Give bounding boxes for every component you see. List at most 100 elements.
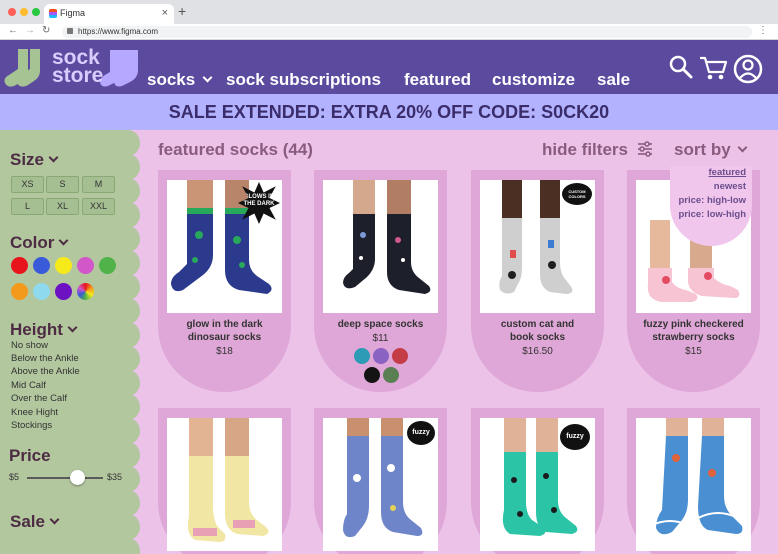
product-name[interactable]: fuzzy pink checkered strawberry socks — [631, 318, 756, 344]
size-option-xxl[interactable]: XXL — [82, 198, 115, 215]
color-swatch-light-blue[interactable] — [33, 283, 50, 300]
color-swatch-green[interactable] — [99, 257, 116, 274]
sort-option-price-high-low[interactable]: price: high-low — [678, 195, 746, 206]
close-window-icon[interactable] — [8, 8, 16, 16]
browser-menu-icon[interactable]: ⋮ — [758, 25, 768, 36]
glow-in-dark-badge: GLOWS IN THE DARK — [238, 182, 280, 224]
price-max-label: $35 — [107, 472, 123, 482]
price-min-label: $5 — [9, 472, 20, 482]
price-slider-track[interactable] — [27, 477, 103, 479]
product-name-line2: dinosaur socks — [187, 332, 262, 343]
sort-option-featured[interactable]: featured — [709, 167, 746, 178]
product-card[interactable]: CUSTOM COLORS custom cat and book socks … — [471, 170, 604, 392]
product-image[interactable]: GLOWS IN THE DARK — [167, 180, 282, 313]
size-filter-heading[interactable]: Size — [10, 150, 59, 170]
height-option[interactable]: Below the Ankle — [11, 353, 79, 364]
sale-banner: SALE EXTENDED: EXTRA 20% OFF CODE: S0CK2… — [0, 94, 778, 130]
nav-socks[interactable]: socks — [147, 70, 213, 90]
size-option-m[interactable]: M — [82, 176, 115, 193]
sock-store-logo[interactable]: sock store — [4, 45, 144, 91]
reload-icon[interactable]: ↻ — [42, 25, 50, 36]
product-price: $15 — [685, 346, 702, 357]
sort-option-newest[interactable]: newest — [714, 181, 746, 192]
color-swatch-blue[interactable] — [33, 257, 50, 274]
address-bar[interactable]: https://www.figma.com — [62, 26, 752, 38]
size-option-xl[interactable]: XL — [46, 198, 79, 215]
chevron-down-icon — [58, 235, 69, 246]
height-option[interactable]: Above the Ankle — [11, 366, 80, 377]
size-option-s[interactable]: S — [46, 176, 79, 193]
color-filter-heading[interactable]: Color — [10, 233, 69, 253]
height-option[interactable]: Mid Calf — [11, 380, 46, 391]
color-swatch-red[interactable] — [11, 257, 28, 274]
product-name[interactable]: custom cat and book socks — [475, 318, 600, 344]
product-image[interactable] — [636, 418, 751, 551]
custom-colors-badge: CUSTOM COLORS — [562, 183, 592, 205]
height-filter-heading[interactable]: Height — [10, 320, 78, 340]
color-swatch-yellow[interactable] — [55, 257, 72, 274]
product-card[interactable]: fuzzy — [471, 408, 604, 554]
nav-featured[interactable]: featured — [404, 70, 471, 90]
tab-close-icon[interactable]: × — [162, 7, 168, 19]
maximize-window-icon[interactable] — [32, 8, 40, 16]
chevron-down-icon — [67, 322, 78, 333]
product-image[interactable]: fuzzy — [480, 418, 595, 551]
search-icon[interactable] — [668, 54, 694, 80]
product-name-line1: custom cat and — [500, 319, 575, 330]
product-image[interactable] — [167, 418, 282, 551]
height-option[interactable]: Stockings — [11, 420, 52, 431]
color-swatch-purple[interactable] — [55, 283, 72, 300]
height-option[interactable]: Over the Calf — [11, 393, 67, 404]
product-image[interactable]: CUSTOM COLORS — [480, 180, 595, 313]
browser-tab[interactable]: Figma × — [44, 4, 174, 24]
product-card[interactable]: deep space socks $11 — [314, 170, 447, 392]
color-swatch-orange[interactable] — [11, 283, 28, 300]
sort-by-label: sort by — [674, 140, 731, 159]
color-swatch-multicolor[interactable] — [77, 283, 94, 300]
product-name[interactable]: glow in the dark dinosaur socks — [162, 318, 287, 344]
product-name-line2: book socks — [509, 332, 566, 343]
sort-by-dropdown[interactable]: sort by — [674, 140, 748, 160]
size-label: Size — [10, 150, 45, 169]
nav-socks-label: socks — [147, 70, 196, 89]
height-option[interactable]: Knee Hight — [11, 407, 58, 418]
color-option-purple[interactable] — [373, 348, 389, 364]
sliders-icon — [637, 141, 652, 157]
product-image[interactable] — [323, 180, 438, 313]
sale-filter-heading[interactable]: Sale — [10, 512, 60, 532]
cart-icon[interactable] — [698, 54, 728, 82]
nav-sale[interactable]: sale — [597, 70, 630, 90]
product-price: $11 — [372, 333, 389, 344]
forward-arrow-icon[interactable]: → — [25, 25, 35, 36]
nav-sock-subscriptions[interactable]: sock subscriptions — [226, 70, 381, 90]
color-option-red[interactable] — [392, 348, 408, 364]
color-option-teal[interactable] — [354, 348, 370, 364]
product-card[interactable]: GLOWS IN THE DARK glow in the dark dinos… — [158, 170, 291, 392]
nav-customize[interactable]: customize — [492, 70, 575, 90]
color-option-black[interactable] — [364, 367, 380, 383]
tab-title: Figma — [60, 8, 86, 18]
size-option-xs[interactable]: XS — [11, 176, 44, 193]
back-arrow-icon[interactable]: ← — [8, 25, 18, 36]
product-card[interactable] — [158, 408, 291, 554]
color-swatch-pink[interactable] — [77, 257, 94, 274]
figma-favicon-icon — [49, 9, 57, 18]
sort-option-price-low-high[interactable]: price: low-high — [678, 209, 746, 220]
hide-filters-button[interactable]: hide filters — [542, 140, 653, 160]
product-name[interactable]: deep space socks — [318, 318, 443, 331]
color-option-green[interactable] — [383, 367, 399, 383]
height-option[interactable]: No show — [11, 340, 48, 351]
new-tab-icon[interactable]: + — [178, 3, 186, 19]
product-price: $16.50 — [522, 346, 553, 357]
logo-text: sock store — [52, 47, 104, 87]
logo-word-store: store — [52, 64, 104, 87]
chevron-down-icon — [48, 152, 59, 163]
product-card[interactable]: fuzzy — [314, 408, 447, 554]
size-option-l[interactable]: L — [11, 198, 44, 215]
color-label: Color — [10, 233, 55, 252]
height-label: Height — [10, 320, 63, 339]
product-card[interactable] — [627, 408, 760, 554]
minimize-window-icon[interactable] — [20, 8, 28, 16]
product-image[interactable]: fuzzy — [323, 418, 438, 551]
account-icon[interactable] — [733, 54, 763, 84]
